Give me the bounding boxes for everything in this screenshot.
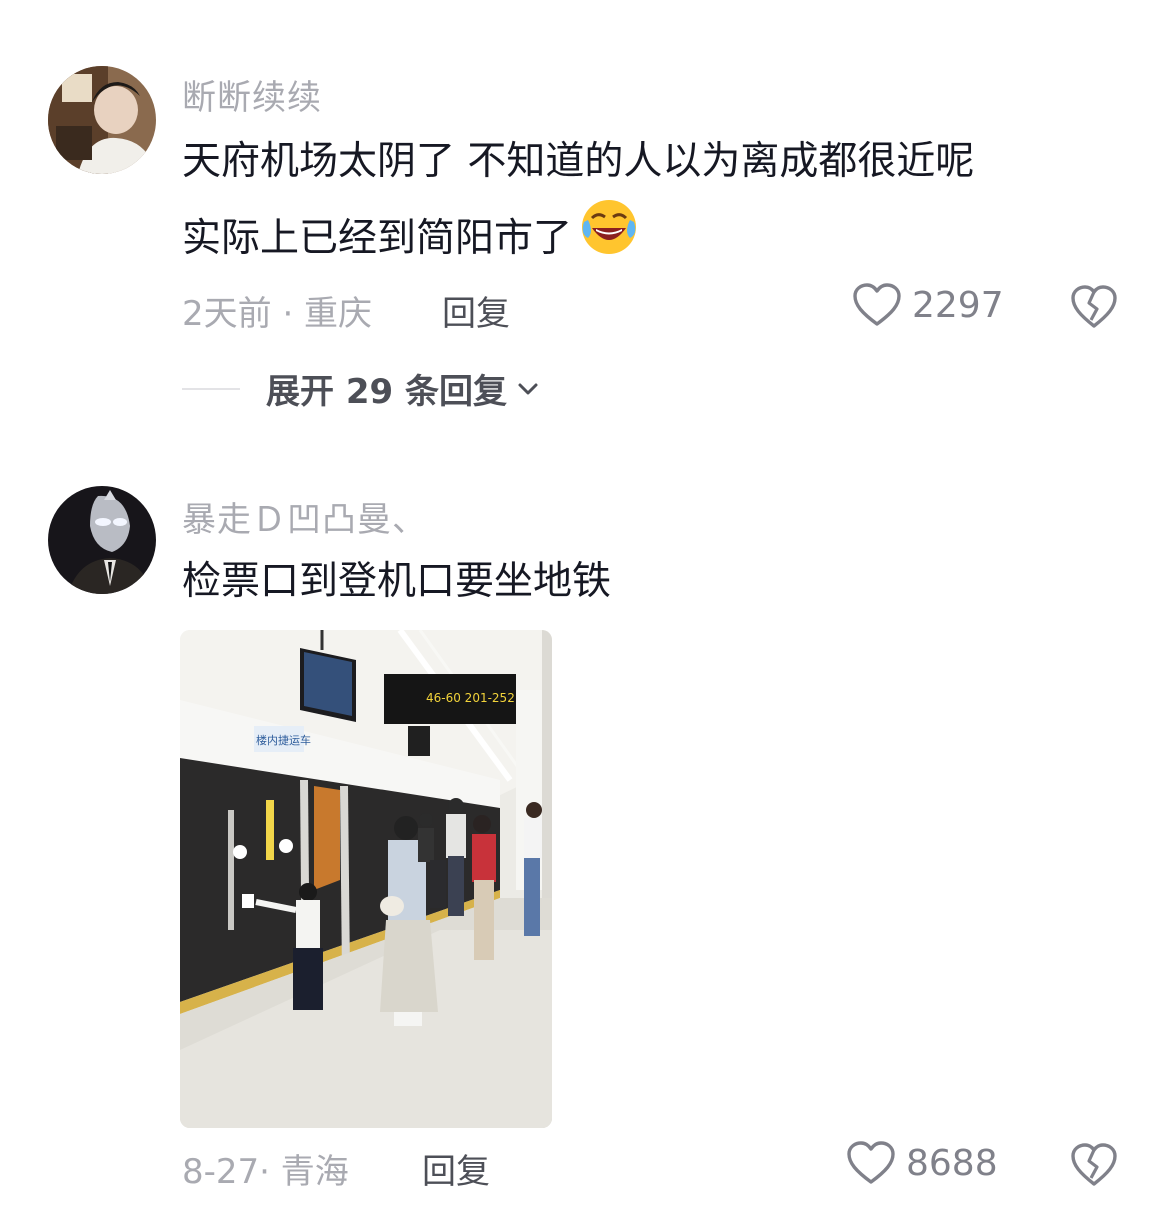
avatar[interactable] [48, 486, 156, 594]
heart-icon [853, 283, 901, 326]
divider [182, 387, 240, 390]
comment-text-line: 检票口到登机口要坐地铁 [182, 559, 612, 604]
like-button[interactable]: 8688 [846, 1140, 998, 1186]
comment-text-line: 实际上已经到简阳市了 [182, 216, 573, 261]
wayfinding-sign-text: 46-60 201-252 [426, 691, 515, 705]
like-count: 2297 [912, 284, 1004, 326]
comment-time-location: 8-27· 青海 [182, 1152, 349, 1192]
username[interactable]: 断断续续 [182, 70, 322, 119]
reply-button[interactable]: 回复 [422, 1144, 490, 1193]
reply-button[interactable]: 回复 [442, 286, 510, 335]
expand-replies-button[interactable]: 展开 29 条回复 [182, 364, 541, 413]
dislike-button[interactable] [1070, 1142, 1118, 1192]
avatar[interactable] [48, 66, 156, 174]
platform-sign-text: 楼内捷运车 [256, 733, 311, 747]
laughing-crying-emoji-icon [580, 198, 638, 280]
like-button[interactable]: 2297 [852, 282, 1004, 328]
broken-heart-icon [1071, 285, 1117, 328]
comment-photo[interactable]: 楼内捷运车 46-60 201-252 [180, 630, 552, 1128]
expand-replies-label: 展开 29 条回复 [266, 372, 507, 412]
chevron-down-icon [518, 383, 538, 394]
comment-text: 天府机场太阴了 不知道的人以为离成都很近呢 实际上已经到简阳市了 [182, 126, 974, 280]
comment-text-line: 天府机场太阴了 不知道的人以为离成都很近呢 [182, 139, 975, 184]
username[interactable]: 暴走Ｄ凹凸曼、 [182, 492, 427, 541]
like-count: 8688 [906, 1142, 998, 1184]
comment-item: 暴走Ｄ凹凸曼、 检票口到登机口要坐地铁 楼内捷运车 46-60 201-252 … [0, 480, 1170, 1221]
heart-icon [847, 1141, 895, 1184]
broken-heart-icon [1071, 1143, 1117, 1186]
comment-item: 断断续续 天府机场太阴了 不知道的人以为离成都很近呢 实际上已经到简阳市了 2天… [0, 0, 1170, 430]
dislike-button[interactable] [1070, 284, 1118, 334]
comment-text: 检票口到登机口要坐地铁 [182, 546, 611, 618]
comment-time-location: 2天前 · 重庆 [182, 294, 373, 334]
